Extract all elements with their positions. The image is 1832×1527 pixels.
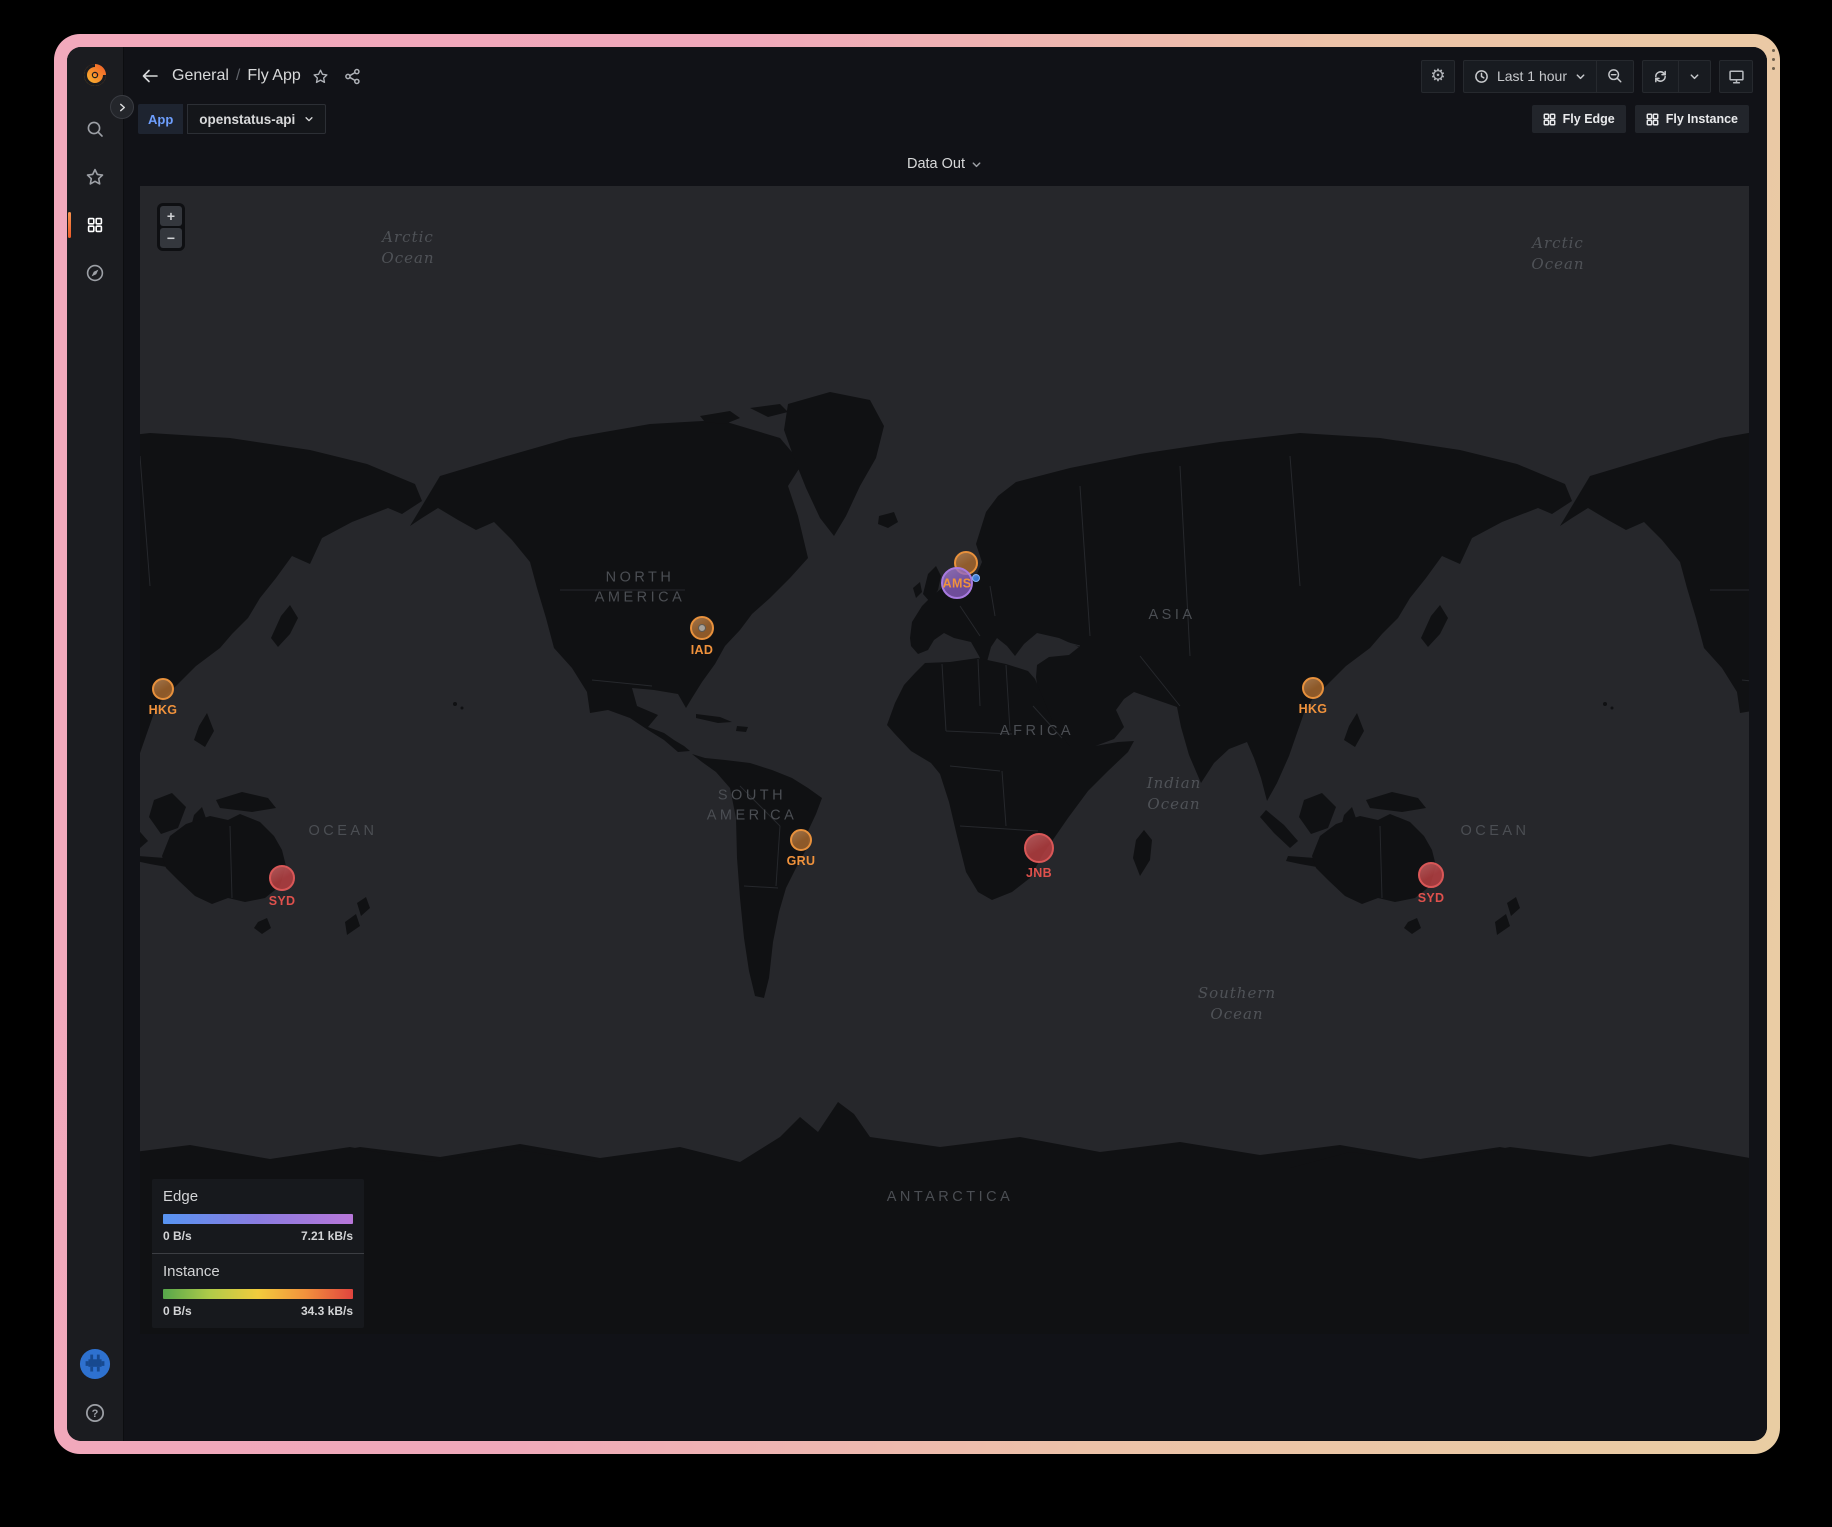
template-variable: App openstatus-api xyxy=(138,104,326,134)
refresh-icon xyxy=(1653,69,1668,84)
map-marker-jnb[interactable]: JNB xyxy=(1024,833,1054,863)
legend-min: 0 B/s xyxy=(163,1229,192,1243)
dashboard-settings-button[interactable]: ⚙ xyxy=(1421,60,1455,93)
user-avatar[interactable] xyxy=(79,1348,111,1385)
grafana-logo-icon xyxy=(80,60,110,90)
sub-nav: App openstatus-api Fly xyxy=(124,97,1767,141)
grafana-app: ? General / Fly App xyxy=(67,47,1767,1441)
window-frame: ? General / Fly App xyxy=(54,34,1780,1454)
legend-title: Instance xyxy=(163,1263,353,1280)
link-fly-edge[interactable]: Fly Edge xyxy=(1532,105,1626,133)
link-label: Fly Edge xyxy=(1563,112,1615,126)
monitor-icon xyxy=(1728,68,1745,85)
dashboard-links: Fly Edge Fly Instance xyxy=(1532,105,1749,133)
compass-icon xyxy=(85,263,105,283)
chevron-down-icon xyxy=(971,159,982,170)
breadcrumb-root[interactable]: General xyxy=(172,67,229,85)
chevron-down-icon xyxy=(304,114,314,124)
chevron-right-icon xyxy=(118,103,127,112)
zoom-out-time-button[interactable] xyxy=(1596,61,1633,92)
map-zoom-out-button[interactable]: − xyxy=(160,228,182,248)
star-outline-icon xyxy=(312,68,329,85)
legend-section-edge: Edge 0 B/s 7.21 kB/s xyxy=(152,1179,364,1253)
favorite-star-button[interactable] xyxy=(307,62,335,90)
gear-icon: ⚙ xyxy=(1430,68,1445,85)
active-indicator xyxy=(68,212,71,238)
refresh-controls xyxy=(1642,60,1711,93)
help-button[interactable]: ? xyxy=(83,1401,107,1425)
time-range-label: Last 1 hour xyxy=(1497,68,1567,84)
variable-value: openstatus-api xyxy=(199,112,295,127)
help-question-icon: ? xyxy=(84,1402,106,1424)
share-button[interactable] xyxy=(339,62,367,90)
legend-min: 0 B/s xyxy=(163,1304,192,1318)
map-marker-ams[interactable]: AMS xyxy=(941,567,973,599)
clock-icon xyxy=(1474,69,1489,84)
legend-gradient xyxy=(163,1289,353,1299)
map-marker-iad[interactable]: IAD xyxy=(690,616,714,640)
legend-gradient xyxy=(163,1214,353,1224)
sidebar-item-dashboards[interactable] xyxy=(71,201,119,249)
time-controls: Last 1 hour xyxy=(1463,60,1634,93)
legend-max: 34.3 kB/s xyxy=(301,1304,353,1318)
geomap-panel: Data Out xyxy=(140,141,1749,1334)
magnifier-minus-icon xyxy=(1607,68,1623,84)
sidebar-bottom: ? xyxy=(79,1348,111,1441)
arrow-left-icon xyxy=(140,66,160,86)
tv-mode-button[interactable] xyxy=(1719,60,1753,93)
nav-actions: ⚙ Last 1 hour xyxy=(1421,60,1753,93)
legend-section-instance: Instance 0 B/s 34.3 kB/s xyxy=(152,1253,364,1328)
map-zoom-controls: + − xyxy=(157,203,185,251)
sidebar-item-explore[interactable] xyxy=(71,249,119,297)
svg-text:?: ? xyxy=(92,1408,99,1420)
map-marker-hkg[interactable]: HKG xyxy=(152,678,174,700)
share-icon xyxy=(344,68,361,85)
search-icon xyxy=(85,119,105,139)
star-icon xyxy=(85,167,105,187)
panel-title-menu[interactable]: Data Out xyxy=(140,141,1749,186)
marker-label: AMS xyxy=(943,576,972,590)
avatar-icon xyxy=(79,1348,111,1380)
geomap[interactable]: + − Edge 0 B/s 7.21 kB/s xyxy=(140,186,1749,1334)
page-title[interactable]: Fly App xyxy=(247,67,300,85)
world-map xyxy=(140,186,1749,1334)
grafana-logo[interactable] xyxy=(79,59,111,91)
map-zoom-in-button[interactable]: + xyxy=(160,206,182,226)
chevron-down-icon xyxy=(1689,71,1700,82)
legend-title: Edge xyxy=(163,1188,353,1205)
sidebar: ? xyxy=(67,47,124,1441)
frame-drag-dots xyxy=(1772,49,1775,70)
top-nav: General / Fly App xyxy=(124,47,1767,97)
title-actions xyxy=(307,62,367,90)
refresh-button[interactable] xyxy=(1643,61,1678,92)
map-marker-gru[interactable]: GRU xyxy=(790,829,812,851)
dashboards-grid-icon xyxy=(86,216,104,234)
sidebar-expand-button[interactable] xyxy=(110,95,134,119)
breadcrumb-separator: / xyxy=(236,67,240,85)
sidebar-items xyxy=(71,105,119,297)
map-legend: Edge 0 B/s 7.21 kB/s Instance 0 B/s xyxy=(152,1179,364,1328)
map-marker[interactable] xyxy=(972,574,980,582)
variable-value-dropdown[interactable]: openstatus-api xyxy=(187,104,326,134)
link-label: Fly Instance xyxy=(1666,112,1738,126)
main-area: General / Fly App xyxy=(124,47,1767,1441)
link-fly-instance[interactable]: Fly Instance xyxy=(1635,105,1749,133)
apps-grid-icon xyxy=(1646,113,1659,126)
map-marker-hkg[interactable]: HKG xyxy=(1302,677,1324,699)
screenshot-root: { "topnav": { "breadcrumb": {"root": "Ge… xyxy=(0,0,1832,1527)
apps-grid-icon xyxy=(1543,113,1556,126)
marker-center-dot xyxy=(698,624,706,632)
map-marker-syd[interactable]: SYD xyxy=(269,865,295,891)
breadcrumb: General / Fly App xyxy=(172,67,301,85)
sidebar-item-starred[interactable] xyxy=(71,153,119,201)
refresh-interval-dropdown[interactable] xyxy=(1678,61,1710,92)
time-range-picker[interactable]: Last 1 hour xyxy=(1464,61,1596,92)
map-marker-syd[interactable]: SYD xyxy=(1418,862,1444,888)
legend-max: 7.21 kB/s xyxy=(301,1229,353,1243)
panel-title: Data Out xyxy=(907,156,965,172)
chevron-down-icon xyxy=(1575,71,1586,82)
back-button[interactable] xyxy=(134,60,166,92)
variable-name: App xyxy=(138,104,183,134)
